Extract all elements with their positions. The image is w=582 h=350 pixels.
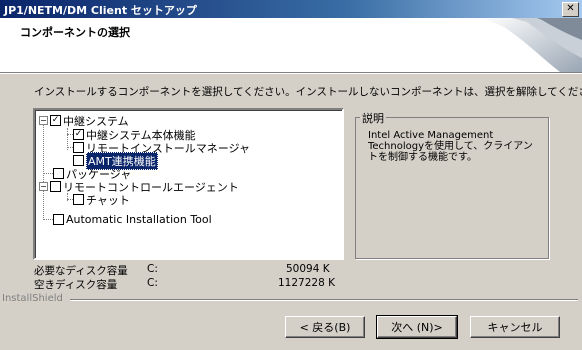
component-tree[interactable]: − ✓ 中継システム ✓ 中継システム本体機能 リモートインストールマネージャ … xyxy=(33,108,344,260)
back-button[interactable]: < 戻る(B) xyxy=(285,316,365,338)
checkbox-unchecked-icon[interactable] xyxy=(53,168,64,179)
header-separator xyxy=(0,72,582,74)
description-text: Intel Active Management Technologyを使用して、… xyxy=(368,130,533,163)
title-bar: JP1/NETM/DM Client セットアップ ✕ xyxy=(0,0,582,18)
page-title: コンポーネントの選択 xyxy=(20,26,130,39)
required-space-value: 50094 K xyxy=(286,263,330,275)
tree-line xyxy=(43,122,44,220)
window-title: JP1/NETM/DM Client セットアップ xyxy=(4,4,197,17)
checkbox-unchecked-icon[interactable] xyxy=(73,142,84,153)
checkbox-checked-icon[interactable]: ✓ xyxy=(50,115,61,126)
required-space-drive: C: xyxy=(147,263,158,275)
instruction-text: インストールするコンポーネントを選択してください。インストールしないコンポーネン… xyxy=(34,86,582,98)
checkbox-unchecked-icon[interactable] xyxy=(50,181,61,192)
free-space-drive: C: xyxy=(147,277,158,289)
description-legend: 説明 xyxy=(360,110,386,126)
collapse-icon[interactable]: − xyxy=(39,116,48,125)
checkbox-unchecked-icon[interactable] xyxy=(53,214,64,225)
checkbox-unchecked-icon[interactable] xyxy=(73,155,84,166)
tree-node-label: Automatic Installation Tool xyxy=(66,213,212,226)
close-icon[interactable]: ✕ xyxy=(562,2,579,17)
tree-node-relay-system[interactable]: − ✓ 中継システム xyxy=(39,114,129,128)
installshield-brand: InstallShield xyxy=(2,293,63,304)
free-space-value: 1127228 K xyxy=(278,277,335,289)
checkbox-unchecked-icon[interactable] xyxy=(73,194,84,205)
next-button[interactable]: 次へ (N)> xyxy=(376,315,458,339)
wizard-header: コンポーネントの選択 xyxy=(0,18,582,72)
free-space-label: 空きディスク容量 xyxy=(34,279,118,291)
wizard-decoration-icon xyxy=(482,18,582,72)
required-space-label: 必要なディスク容量 xyxy=(34,265,128,277)
tree-node-chat[interactable]: チャット xyxy=(73,193,130,207)
tree-node-automatic-installation-tool[interactable]: Automatic Installation Tool xyxy=(53,213,212,226)
collapse-icon[interactable]: − xyxy=(39,182,48,191)
checkbox-checked-icon[interactable]: ✓ xyxy=(73,129,84,140)
tree-node-label: チャット xyxy=(86,193,130,207)
tree-node-remote-control-agent[interactable]: − リモートコントロールエージェント xyxy=(39,180,239,194)
cancel-button[interactable]: キャンセル xyxy=(470,316,560,338)
footer-separator xyxy=(70,299,578,301)
